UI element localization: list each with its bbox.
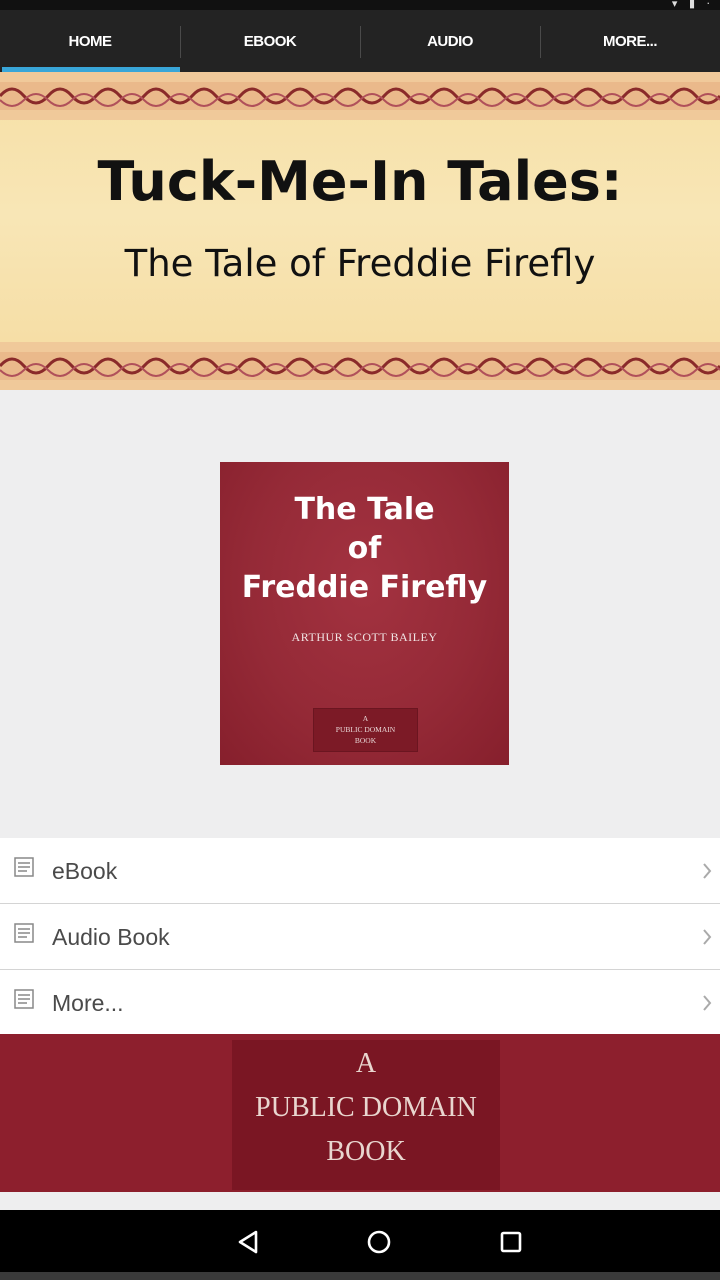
back-triangle-icon[interactable] (230, 1224, 266, 1260)
document-icon (14, 923, 34, 943)
list-item-more[interactable]: More... (0, 970, 720, 1035)
cover-badge-line: PUBLIC DOMAIN (335, 725, 396, 734)
app-screen: ▾ ▮ · HOME EBOOK AUDIO MORE... Tuck-Me-I… (0, 0, 720, 1280)
cover-badge-line: BOOK (354, 736, 377, 745)
cover-title-line: The Tale (294, 492, 435, 527)
chevron-right-icon (703, 929, 712, 945)
home-circle-icon[interactable] (361, 1224, 397, 1260)
public-domain-banner[interactable]: A PUBLIC DOMAIN BOOK (0, 1034, 720, 1192)
cover-area: The Tale of Freddie Firefly ARTHUR SCOTT… (0, 390, 720, 838)
public-domain-line: BOOK (326, 1136, 406, 1167)
banner-title: Tuck-Me-In Tales: (97, 150, 623, 213)
chevron-right-icon (703, 863, 712, 879)
list-item-label: eBook (52, 858, 118, 884)
tab-bar: HOME EBOOK AUDIO MORE... (0, 10, 720, 72)
banner-subtitle: The Tale of Freddie Firefly (124, 242, 596, 285)
ornamental-border-bottom (0, 342, 720, 390)
cover-title-line: Freddie Firefly (241, 570, 488, 605)
cover-badge-line: A (362, 714, 369, 723)
public-domain-line: PUBLIC DOMAIN (255, 1092, 477, 1123)
tab-label: MORE... (602, 32, 658, 50)
book-cover: The Tale of Freddie Firefly ARTHUR SCOTT… (220, 462, 509, 765)
cover-badge: A PUBLIC DOMAIN BOOK (313, 708, 418, 752)
public-domain-label: A PUBLIC DOMAIN BOOK (232, 1040, 500, 1190)
menu-list: eBook Audio Book More... (0, 838, 720, 1035)
tab-home[interactable]: HOME (0, 10, 180, 72)
cover-author: ARTHUR SCOTT BAILEY (291, 630, 438, 644)
tab-label: EBOOK (243, 32, 297, 50)
ornamental-border-top (0, 72, 720, 120)
list-item-ebook[interactable]: eBook (0, 838, 720, 904)
document-icon (14, 857, 34, 877)
tab-label: HOME (68, 32, 113, 50)
list-item-audio-book[interactable]: Audio Book (0, 904, 720, 970)
status-icons: ▾ ▮ · (671, 0, 714, 10)
tab-label: AUDIO (427, 32, 473, 50)
gap-strip (0, 1192, 720, 1210)
cover-title: The Tale of Freddie Firefly (220, 490, 509, 607)
document-icon (14, 989, 34, 1009)
tab-ebook[interactable]: EBOOK (180, 10, 360, 72)
chevron-right-icon (703, 995, 712, 1011)
tab-audio[interactable]: AUDIO (360, 10, 540, 72)
cover-title-line: of (347, 531, 382, 566)
bottom-edge (0, 1272, 720, 1280)
recents-square-icon[interactable] (493, 1224, 529, 1260)
header-banner: Tuck-Me-In Tales: The Tale of Freddie Fi… (0, 72, 720, 390)
public-domain-line: A (355, 1048, 377, 1079)
status-bar: ▾ ▮ · (0, 0, 720, 10)
tab-more[interactable]: MORE... (540, 10, 720, 72)
list-item-label: Audio Book (52, 924, 170, 950)
system-navigation-bar (0, 1210, 720, 1272)
list-item-label: More... (52, 990, 124, 1016)
